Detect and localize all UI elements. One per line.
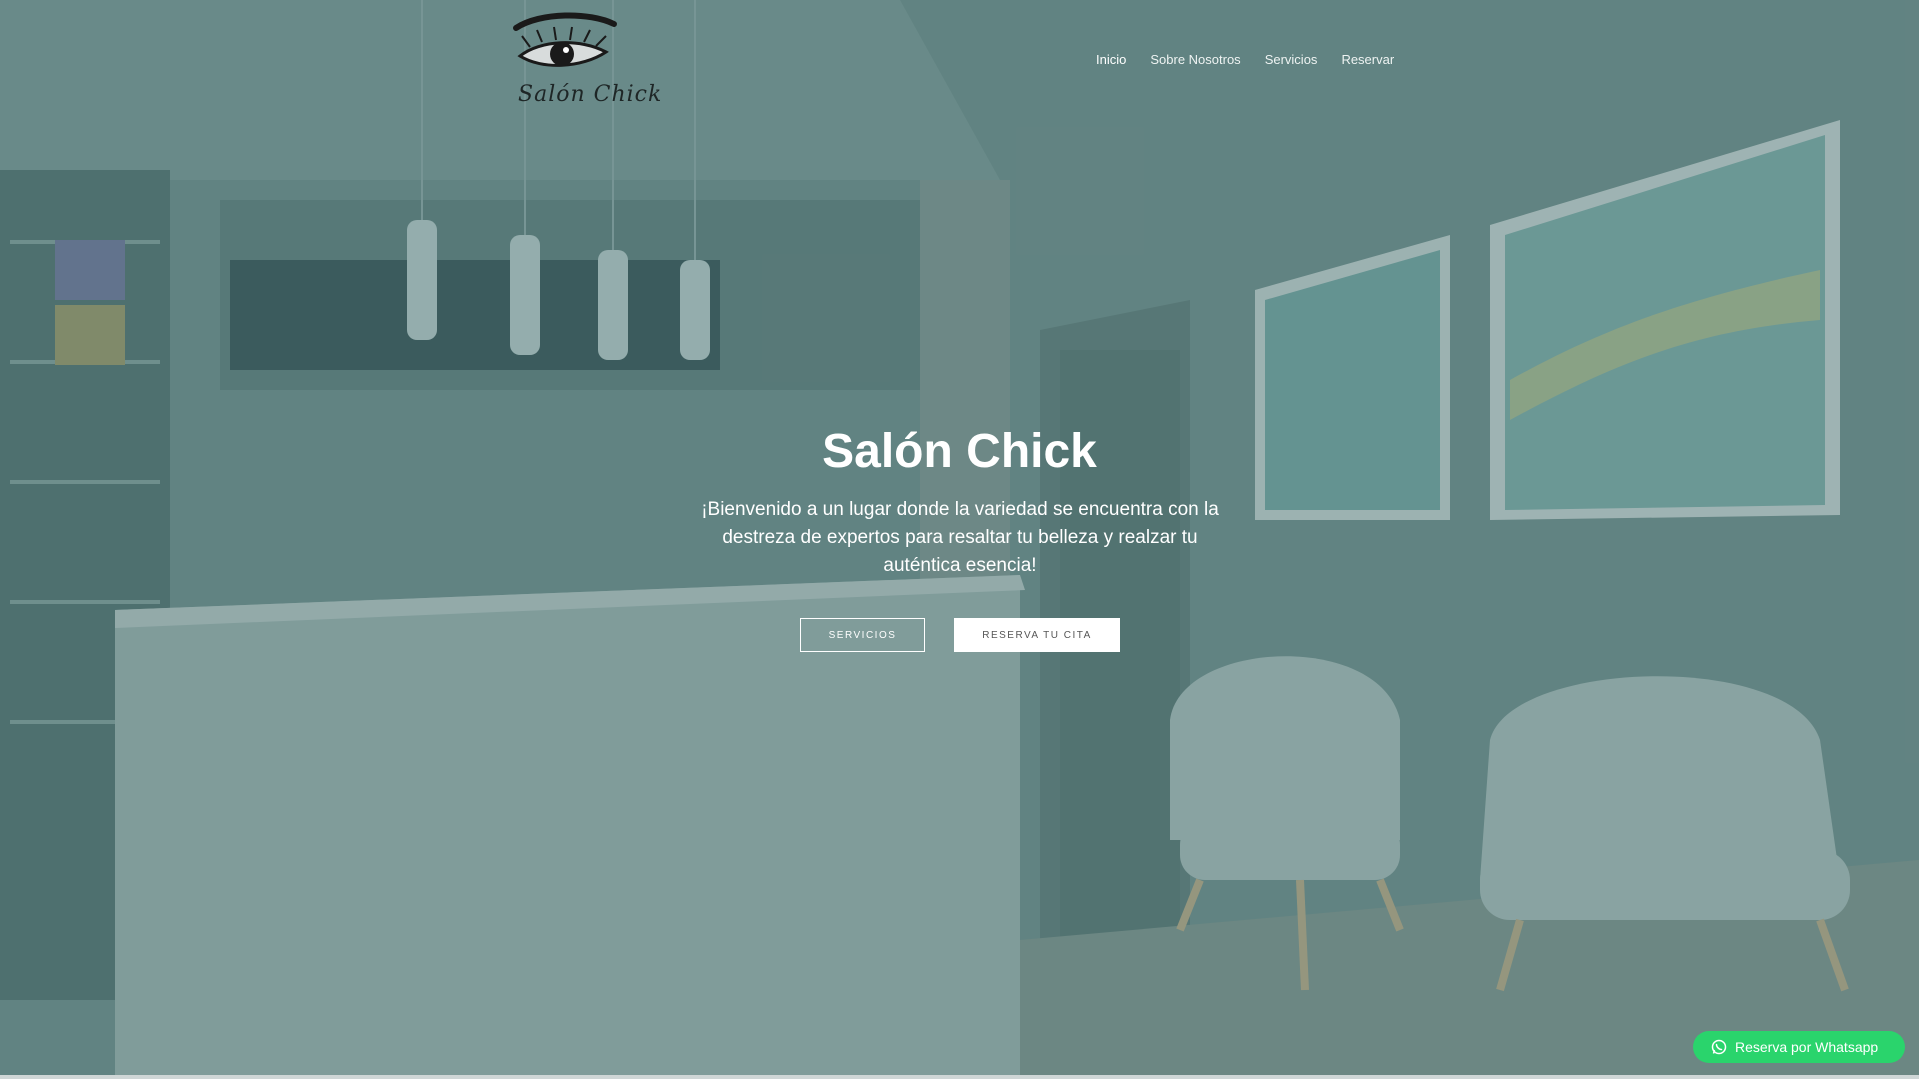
logo-text: Salón Chick [518,82,663,107]
nav-item-reservar[interactable]: Reservar [1341,52,1394,67]
nav-item-inicio[interactable]: Inicio [1096,52,1126,67]
hero-title: Salón Chick [822,425,1097,478]
whatsapp-icon [1711,1039,1727,1055]
main-nav: Inicio Sobre Nosotros Servicios Reservar [1096,52,1394,67]
book-appointment-button[interactable]: RESERVA TU CITA [954,618,1120,652]
whatsapp-label: Reserva por Whatsapp [1735,1039,1879,1055]
eye-logo-icon [513,12,617,67]
bottom-divider [0,1075,1919,1079]
brand-logo[interactable]: Salón Chick [510,10,661,110]
nav-item-servicios[interactable]: Servicios [1265,52,1318,67]
hero-subtitle: ¡Bienvenido a un lugar donde la variedad… [701,499,1219,576]
nav-item-sobre-nosotros[interactable]: Sobre Nosotros [1150,52,1240,67]
whatsapp-booking-button[interactable]: Reserva por Whatsapp [1693,1031,1905,1063]
services-button[interactable]: SERVICIOS [800,618,925,652]
